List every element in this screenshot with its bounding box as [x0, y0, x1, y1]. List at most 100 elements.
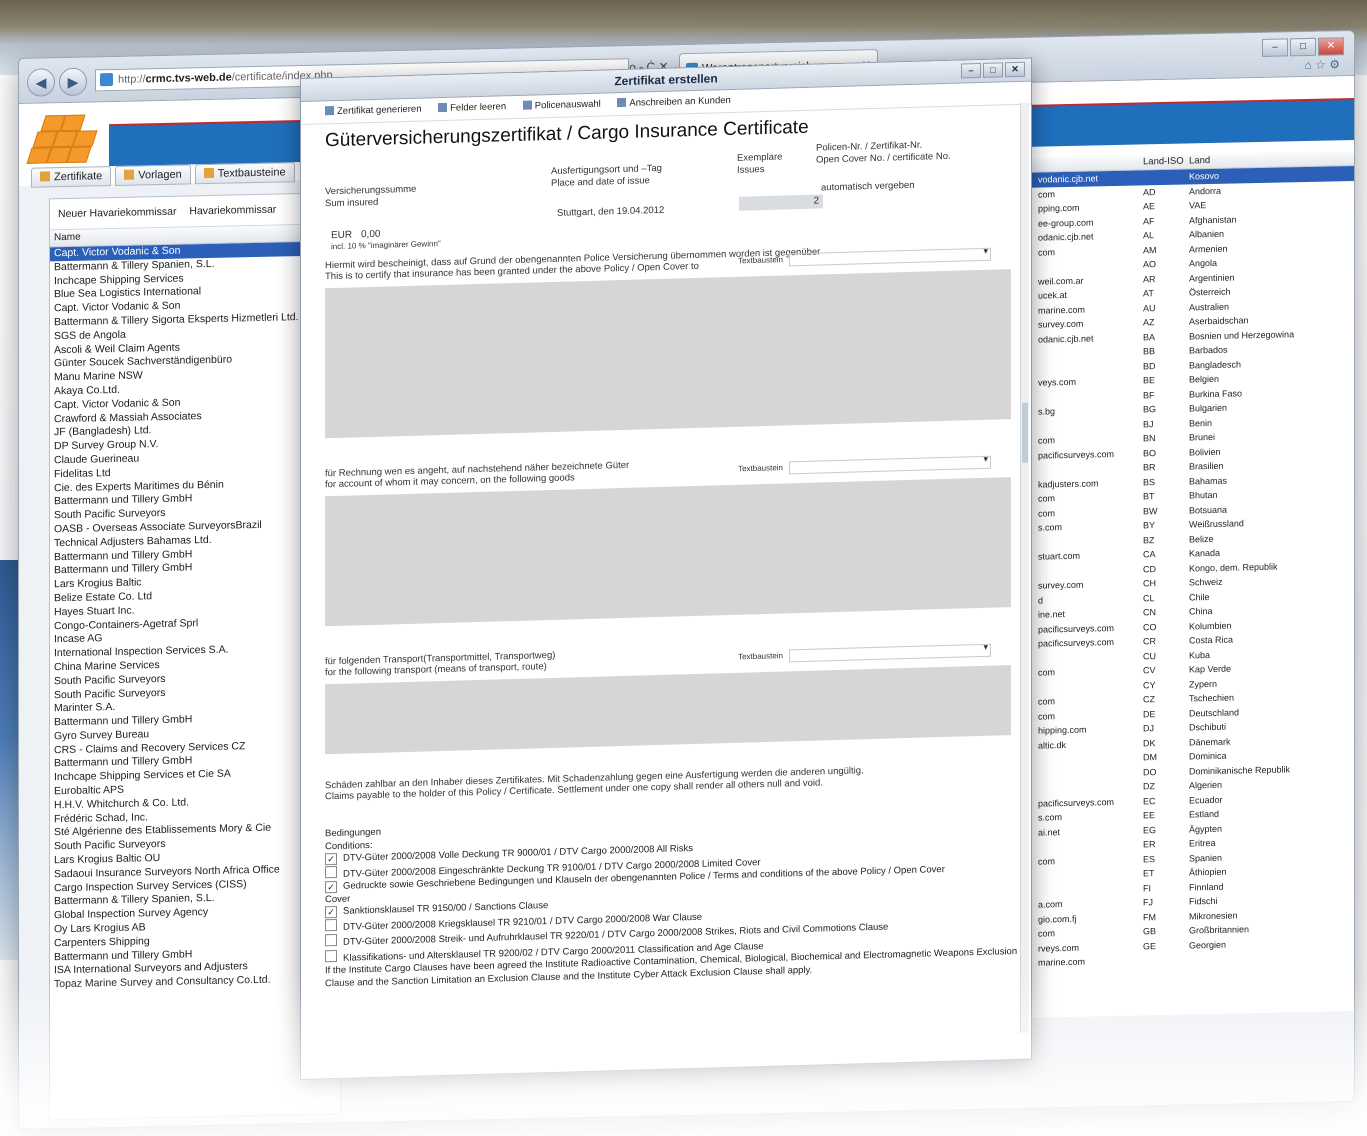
transport-textarea[interactable]	[325, 665, 1011, 755]
dialog-minimize-button[interactable]: –	[961, 62, 981, 79]
cell-iso: GB	[1143, 926, 1157, 937]
generate-certificate-button[interactable]: Zertifikat generieren	[325, 104, 421, 118]
policy-selection-button[interactable]: Policenauswahl	[522, 99, 601, 112]
cell-iso: DM	[1143, 752, 1157, 763]
surveyor-list: Capt. Victor Vodanic & Son Battermann & T…	[50, 241, 340, 992]
cell-iso: EC	[1143, 795, 1156, 806]
cell-iso: CH	[1143, 578, 1156, 589]
letter-icon	[617, 97, 627, 108]
tab-zertifikate[interactable]: Zertifikate	[31, 166, 112, 188]
forward-button[interactable]: ▶	[59, 67, 87, 97]
cell-iso: FI	[1143, 882, 1151, 893]
cell-iso: CU	[1143, 650, 1156, 661]
cell-iso: FJ	[1143, 897, 1153, 908]
cell-iso: BE	[1143, 375, 1156, 386]
cell-iso: BZ	[1143, 534, 1155, 545]
cell-email: marine.com	[1038, 956, 1086, 968]
cell-iso: ET	[1143, 868, 1155, 879]
sum-label-de: Versicherungssumme	[325, 183, 417, 198]
country-table-body: vodanic.cjb.net Kosovo com AD Andorra pping.c…	[1030, 165, 1355, 970]
dialog-close-button[interactable]: ✕	[1005, 61, 1025, 78]
tab-textbausteine[interactable]: Textbausteine	[194, 162, 295, 185]
copies-label-en: Issues	[737, 164, 765, 176]
cell-iso: AO	[1143, 259, 1157, 270]
home-star-icons[interactable]: ⌂ ☆ ⚙	[1305, 57, 1340, 72]
place-date-value[interactable]: Stuttgart, den 19.04.2012	[557, 205, 664, 219]
create-certificate-dialog: Zertifikat erstellen – □ ✕ Zertifikat ge…	[300, 57, 1032, 1080]
cell-land	[1189, 949, 1349, 967]
cell-iso: CD	[1143, 563, 1156, 574]
cell-iso: BW	[1143, 505, 1158, 516]
cell-iso: BF	[1143, 389, 1155, 400]
maximize-button[interactable]: □	[1290, 37, 1316, 57]
page-icon	[100, 73, 113, 87]
cell-iso: CR	[1143, 636, 1156, 647]
new-surveyor-button[interactable]: Neuer Havariekommissar	[58, 206, 176, 220]
iso-column-header[interactable]: Land-ISO	[1143, 154, 1189, 169]
cell-iso: AM	[1143, 244, 1157, 255]
conditions-section: Bedingungen Conditions: ✓ DTV-Güter 2000/…	[301, 809, 1031, 991]
cell-iso: DK	[1143, 737, 1156, 748]
app-tabs: Zertifikate Vorlagen Textbausteine	[31, 162, 295, 188]
cell-iso: BT	[1143, 491, 1155, 502]
window-controls: – □ ✕	[1262, 37, 1344, 57]
cell-iso: BN	[1143, 433, 1156, 444]
dialog-title: Zertifikat erstellen	[614, 71, 718, 89]
cell-iso: BD	[1143, 360, 1156, 371]
tab-vorlagen[interactable]: Vorlagen	[115, 164, 191, 186]
profit-note: incl. 10 % "imaginärer Gewinn"	[331, 239, 441, 252]
cell-iso: EG	[1143, 824, 1157, 835]
place-label-en: Place and date of issue	[551, 175, 650, 189]
amount-input[interactable]: 0,00	[361, 229, 380, 241]
cell-iso: AF	[1143, 215, 1155, 226]
cell-iso	[1143, 169, 1189, 184]
certificate-header-fields: Versicherungssumme Sum insured Ausfertig…	[301, 133, 1031, 253]
cell-iso	[1143, 952, 1189, 967]
cell-iso: BJ	[1143, 418, 1154, 429]
cell-iso: CL	[1143, 592, 1155, 603]
checked-checkbox-icon[interactable]: ✓	[325, 852, 337, 866]
cell-iso: DE	[1143, 708, 1156, 719]
checked-checkbox-icon[interactable]: ✓	[325, 905, 337, 919]
cell-iso: AE	[1143, 201, 1156, 212]
certificate-icon	[40, 171, 50, 182]
text-block-icon	[203, 167, 214, 179]
cell-iso: BY	[1143, 520, 1156, 531]
cell-iso: FM	[1143, 911, 1156, 922]
checkbox-icon[interactable]	[325, 933, 337, 947]
cell-iso: GE	[1143, 940, 1157, 951]
goods-textarea[interactable]	[325, 477, 1011, 627]
clear-fields-button[interactable]: Felder leeren	[438, 101, 506, 114]
conditions-list: ✓ DTV-Güter 2000/2008 Volle Deckung TR 90…	[325, 834, 1031, 966]
cell-iso: DZ	[1143, 781, 1155, 792]
sum-label-en: Sum insured	[325, 196, 379, 210]
customer-letter-button[interactable]: Anschreiben an Kunden	[617, 95, 731, 109]
surveyor-button[interactable]: Havariekommissar	[189, 204, 276, 218]
back-button[interactable]: ◀	[27, 68, 55, 97]
cell-iso: CO	[1143, 621, 1157, 632]
document-icon	[325, 106, 334, 116]
cell-iso: BR	[1143, 462, 1156, 473]
policy-label-en: Open Cover No. / certificate No.	[816, 150, 951, 166]
dialog-maximize-button[interactable]: □	[983, 62, 1003, 78]
cell-iso: DO	[1143, 766, 1157, 777]
cell-iso: BA	[1143, 331, 1156, 342]
cell-iso: AU	[1143, 302, 1156, 313]
cell-iso: CV	[1143, 665, 1156, 676]
copies-label-de: Exemplare	[737, 151, 783, 164]
cell-iso: BG	[1143, 404, 1157, 415]
insured-textarea[interactable]	[325, 269, 1011, 439]
cell-iso: ER	[1143, 839, 1156, 850]
dialog-scrollbar[interactable]	[1020, 102, 1029, 1033]
close-window-button[interactable]: ✕	[1318, 37, 1344, 56]
checkbox-icon[interactable]	[325, 865, 337, 878]
copies-input[interactable]: 2	[739, 194, 823, 211]
checkbox-icon[interactable]	[325, 949, 337, 962]
checkbox-icon[interactable]	[325, 918, 337, 931]
surveyor-list-pane: Neuer Havariekommissar Havariekommissar …	[49, 192, 341, 1121]
minimize-button[interactable]: –	[1262, 38, 1288, 57]
checked-checkbox-icon[interactable]: ✓	[325, 880, 337, 894]
country-table-pane: Land-ISO Land vodanic.cjb.net Kosovo com AD…	[1029, 150, 1355, 1018]
eraser-icon	[438, 102, 448, 113]
cell-iso: BB	[1143, 346, 1156, 357]
